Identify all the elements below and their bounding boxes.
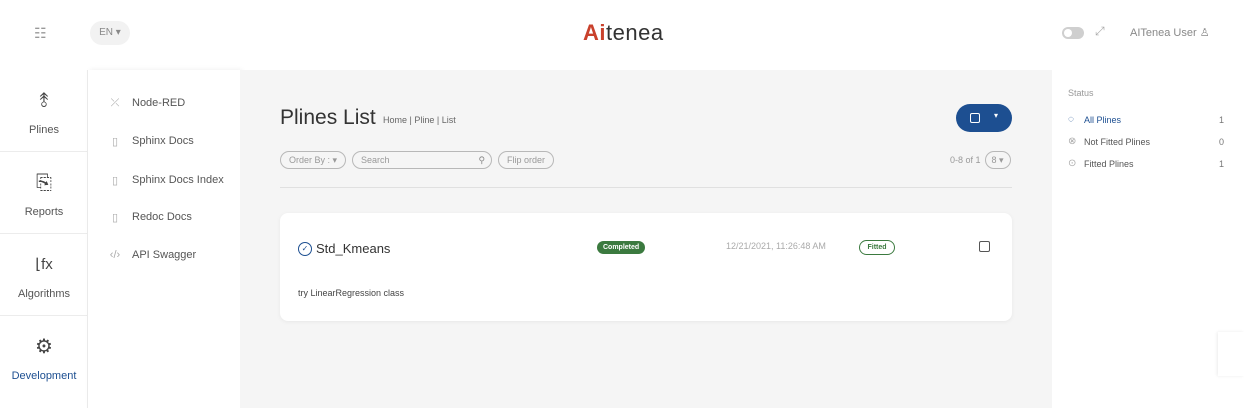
sidebar-item-label: Plines — [29, 124, 59, 136]
sidebar-item-plines[interactable]: ⥉ Plines — [0, 70, 88, 152]
status-filter-count: 0 — [1219, 136, 1225, 147]
submenu-item-label: Sphinx Docs Index — [132, 174, 224, 186]
all-icon: ◌ — [1068, 114, 1074, 125]
check-circle-icon: ✓ — [298, 241, 312, 256]
chevron-down-icon[interactable]: ▾ — [994, 111, 998, 120]
search-icon: ⚲ — [478, 155, 486, 165]
document-icon: ▯ — [111, 135, 119, 148]
status-filter-not-fitted[interactable]: ⊗ Not Fitted Plines 0 — [1068, 136, 1238, 147]
sidebar-item-label: Reports — [24, 206, 64, 218]
submenu-item-api-swagger[interactable]: ‹/› API Swagger — [108, 247, 196, 263]
submenu-item-sphinx-docs[interactable]: ▯ Sphinx Docs — [108, 133, 194, 149]
status-title: Status — [1068, 88, 1094, 98]
add-pline-button[interactable]: ▾ — [956, 104, 1012, 132]
page-size-dropdown[interactable]: 8 ▾ — [984, 151, 1011, 169]
sidebar-item-label: Algorithms — [18, 288, 70, 300]
sidebar-item-development[interactable]: ⚙ Development — [0, 316, 88, 398]
sidebar-item-algorithms[interactable]: ⌊fx Algorithms — [0, 234, 88, 316]
status-filter-label: All Plines — [1084, 114, 1122, 125]
status-filter-panel: Status ◌ All Plines 1 ⊗ Not Fitted Pline… — [1052, 70, 1244, 408]
sidebar-item-reports[interactable]: ⎘ Reports — [0, 152, 88, 234]
pline-select-checkbox[interactable] — [979, 241, 990, 252]
submenu-item-label: Node-RED — [132, 97, 186, 109]
submenu-item-label: API Swagger — [132, 249, 197, 261]
pline-description: try LinearRegression class — [298, 288, 405, 298]
status-badge: Completed — [597, 241, 646, 254]
search-input[interactable]: Search ⚲ — [352, 151, 493, 169]
pline-card[interactable]: ✓ Std_Kmeans Completed 12/21/2021, 11:26… — [280, 213, 1012, 321]
app-logo[interactable]: Aitenea — [583, 20, 664, 48]
submenu-item-node-red[interactable]: ⤫ Node-RED — [108, 95, 186, 111]
x-circle-icon: ⊗ — [1068, 136, 1077, 147]
node-red-icon: ⤫ — [110, 96, 120, 109]
status-filter-fitted[interactable]: ⊙ Fitted Plines 1 — [1068, 158, 1238, 169]
divider — [280, 187, 1012, 188]
plines-icon: ⥉ — [39, 90, 49, 112]
submenu-item-sphinx-docs-index[interactable]: ▯ Sphinx Docs Index — [108, 172, 224, 188]
status-filter-count: 1 — [1219, 114, 1225, 125]
code-icon: ‹/› — [109, 249, 121, 261]
logo-prefix: Ai — [583, 20, 606, 45]
flip-order-button[interactable]: Flip order — [498, 151, 555, 169]
check-circle-icon: ⊙ — [1068, 158, 1077, 169]
algorithms-icon: ⌊fx — [35, 256, 53, 273]
user-menu[interactable]: AITenea User ♙ — [1130, 26, 1210, 39]
search-placeholder: Search — [361, 155, 390, 165]
sidebar-item-label: Development — [11, 370, 77, 382]
development-submenu: ⤫ Node-RED ▯ Sphinx Docs ▯ Sphinx Docs I… — [88, 70, 240, 408]
breadcrumb[interactable]: Home | Pline | List — [383, 115, 456, 125]
filter-bar: Order By : ▾ Search ⚲ Flip order — [280, 151, 555, 169]
document-icon: ▯ — [111, 211, 119, 224]
pagination-range: 0-8 of 1 — [950, 155, 981, 165]
pline-name[interactable]: ✓ Std_Kmeans — [298, 241, 390, 256]
side-panel-handle[interactable] — [1218, 332, 1244, 376]
submenu-item-label: Redoc Docs — [132, 211, 192, 223]
pagination: 0-8 of 1 8 ▾ — [950, 151, 1011, 169]
logo-suffix: tenea — [606, 20, 664, 45]
square-icon — [970, 113, 980, 123]
fitted-badge: Fitted — [859, 240, 895, 255]
reports-icon: ⎘ — [36, 172, 52, 194]
status-filter-label: Not Fitted Plines — [1084, 136, 1151, 147]
pline-name-text: Std_Kmeans — [316, 241, 391, 256]
status-filter-label: Fitted Plines — [1084, 158, 1134, 169]
submenu-item-redoc-docs[interactable]: ▯ Redoc Docs — [108, 209, 192, 225]
language-selector[interactable]: EN ▾ — [90, 21, 130, 45]
main-content: Plines List Home | Pline | List ▾ Order … — [240, 70, 1052, 408]
pline-date: 12/21/2021, 11:26:48 AM — [726, 241, 826, 251]
submenu-item-label: Sphinx Docs — [132, 135, 194, 147]
fullscreen-icon[interactable]: ⤢ — [1095, 24, 1109, 38]
menu-icon[interactable]: ☷ — [34, 24, 52, 42]
status-filter-count: 1 — [1219, 158, 1225, 169]
top-bar: ☷ EN ▾ Aitenea ⤢ AITenea User ♙ — [0, 0, 1244, 70]
theme-toggle[interactable] — [1062, 27, 1084, 39]
development-icon: ⚙ — [35, 336, 53, 358]
document-icon: ▯ — [111, 174, 119, 187]
page-title: Plines List — [280, 106, 376, 129]
primary-sidebar: ⥉ Plines ⎘ Reports ⌊fx Algorithms ⚙ Deve… — [0, 70, 88, 408]
status-filter-all[interactable]: ◌ All Plines 1 — [1068, 114, 1238, 125]
order-by-dropdown[interactable]: Order By : ▾ — [280, 151, 347, 169]
